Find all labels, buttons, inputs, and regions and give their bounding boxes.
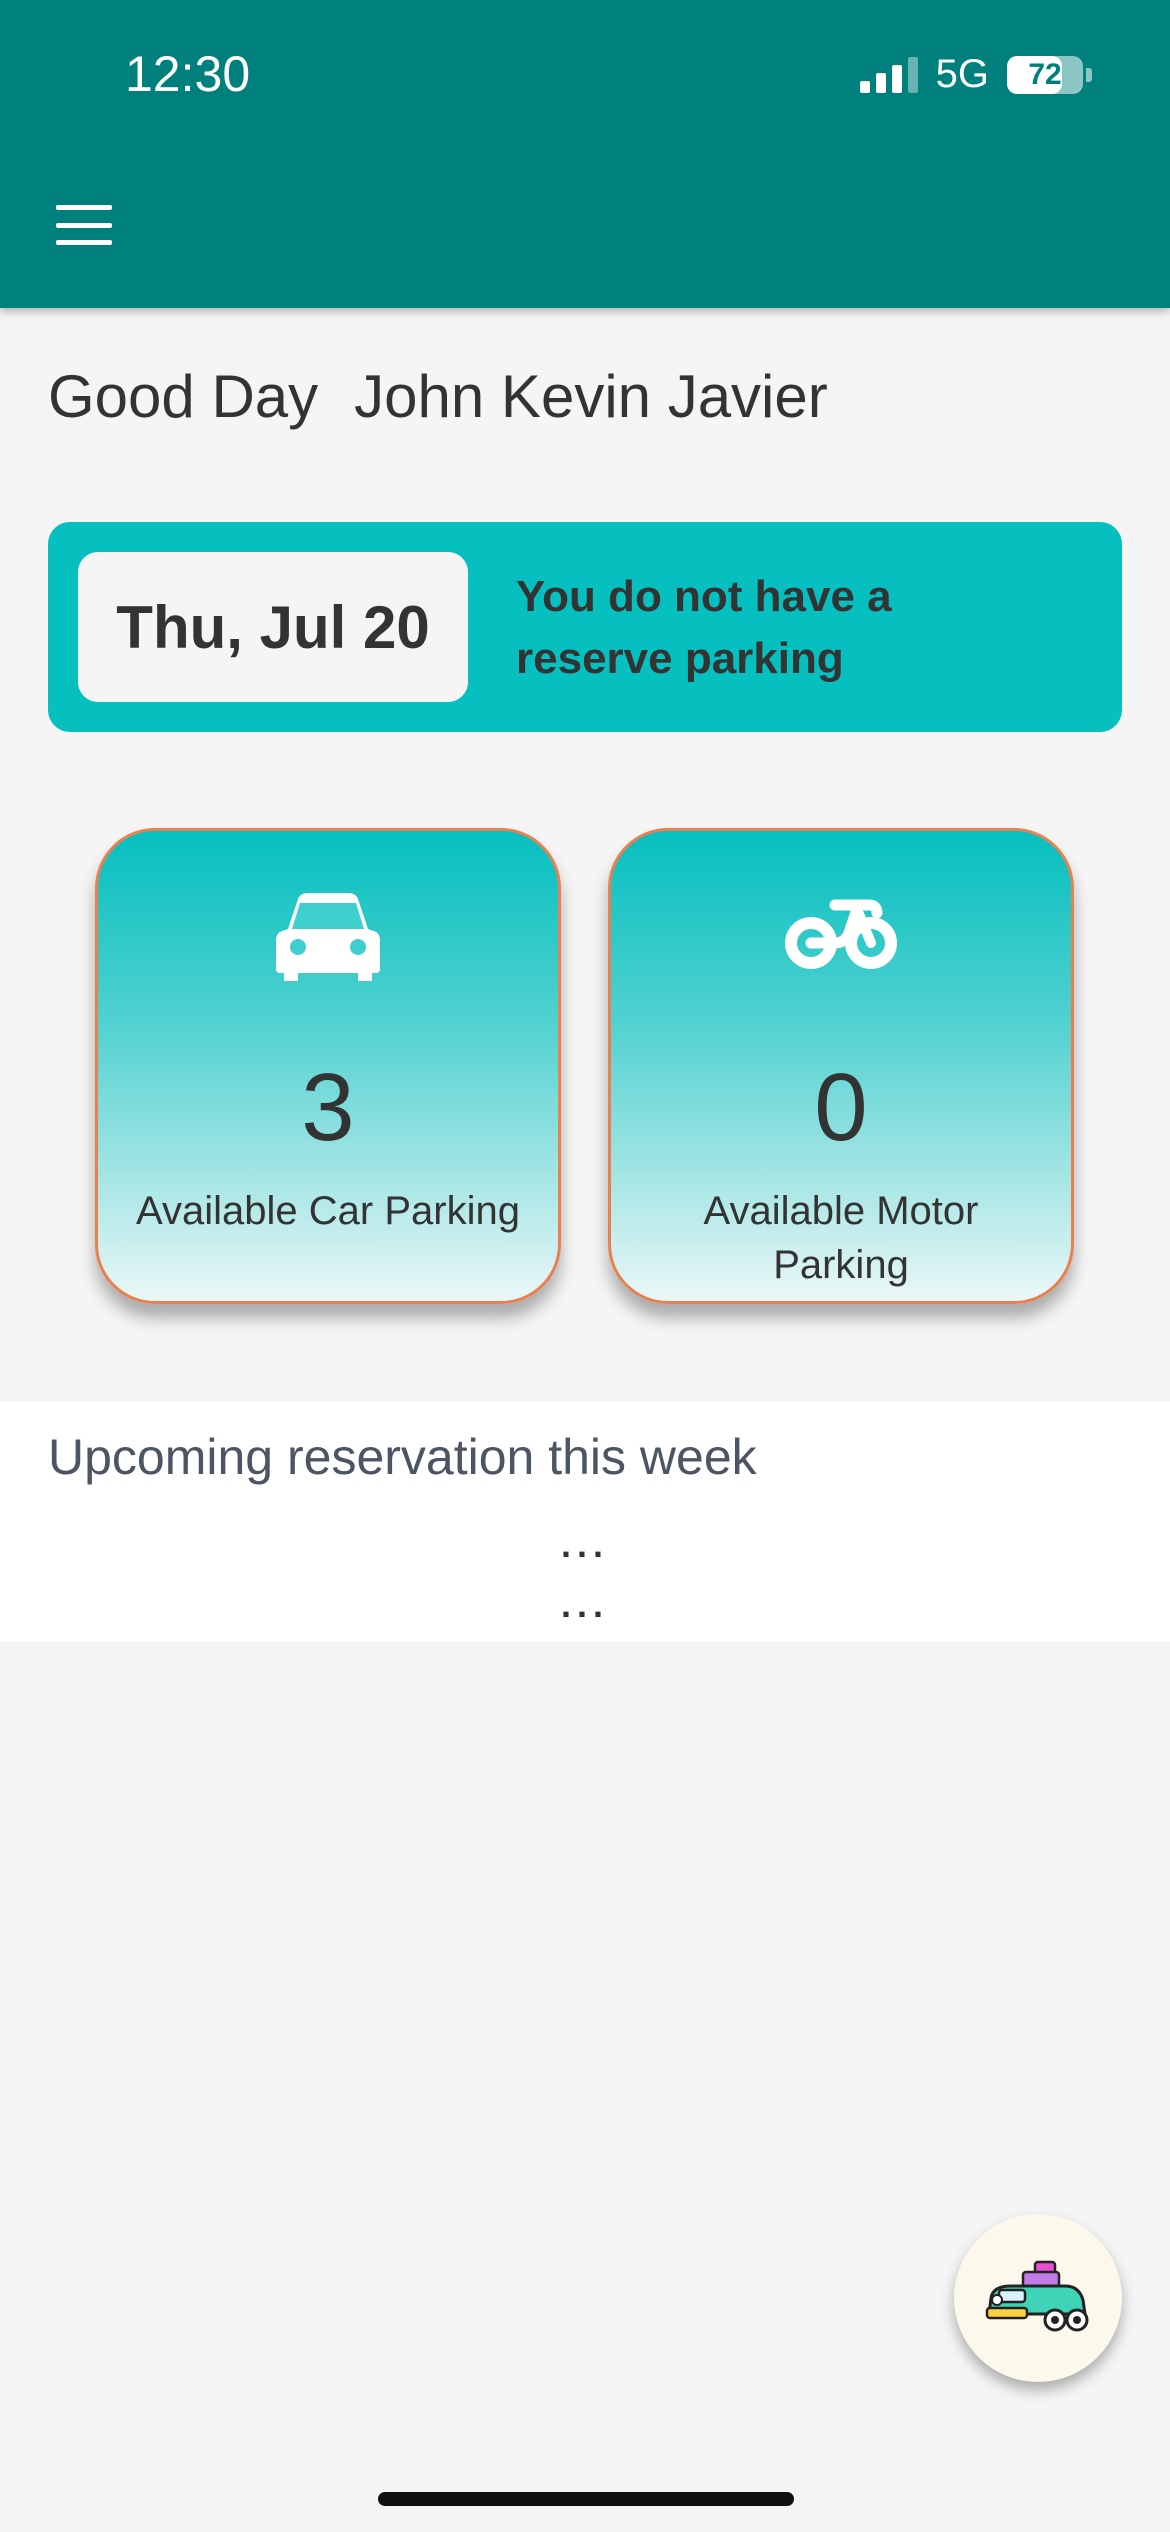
cartoon-car-fab[interactable] [954,2214,1122,2382]
loading-indicator: ... [560,1524,609,1565]
reservation-status: You do not have a reserve parking [516,572,892,683]
motorcycle-icon [611,891,1071,971]
greeting: Good Day John Kevin Javier [48,362,828,431]
car-parking-card[interactable]: 3 Available Car Parking [95,828,561,1304]
car-parking-count: 3 [301,1054,355,1161]
hamburger-menu-icon[interactable] [56,205,112,245]
date-badge: Thu, Jul 20 [78,552,468,702]
current-date: Thu, Jul 20 [116,593,430,661]
upcoming-reservations-section: Upcoming reservation this week ... ... [0,1402,1170,1642]
greeting-salutation: Good Day [48,363,319,430]
motor-parking-label: Available Motor Parking [703,1189,979,1287]
status-indicators: 5G 72 [859,52,1092,97]
upcoming-reservations-title: Upcoming reservation this week [48,1429,757,1485]
cartoon-car-icon [985,2260,1089,2332]
loading-indicator: ... [560,1584,609,1625]
home-indicator[interactable] [378,2492,794,2506]
motor-parking-count: 0 [814,1054,868,1161]
user-name: John Kevin Javier [354,363,828,430]
motor-parking-card[interactable]: 0 Available Motor Parking [608,828,1074,1304]
battery-level: 72 [1028,57,1062,91]
status-time: 12:30 [125,46,251,102]
app-header: 12:30 5G 72 [0,0,1170,308]
car-parking-label: Available Car Parking [136,1189,520,1233]
signal-icon [859,56,918,93]
reservation-banner: Thu, Jul 20 You do not have a reserve pa… [48,522,1122,732]
battery-icon: 72 [1007,55,1092,94]
network-label: 5G [935,52,989,96]
car-icon [98,891,558,983]
